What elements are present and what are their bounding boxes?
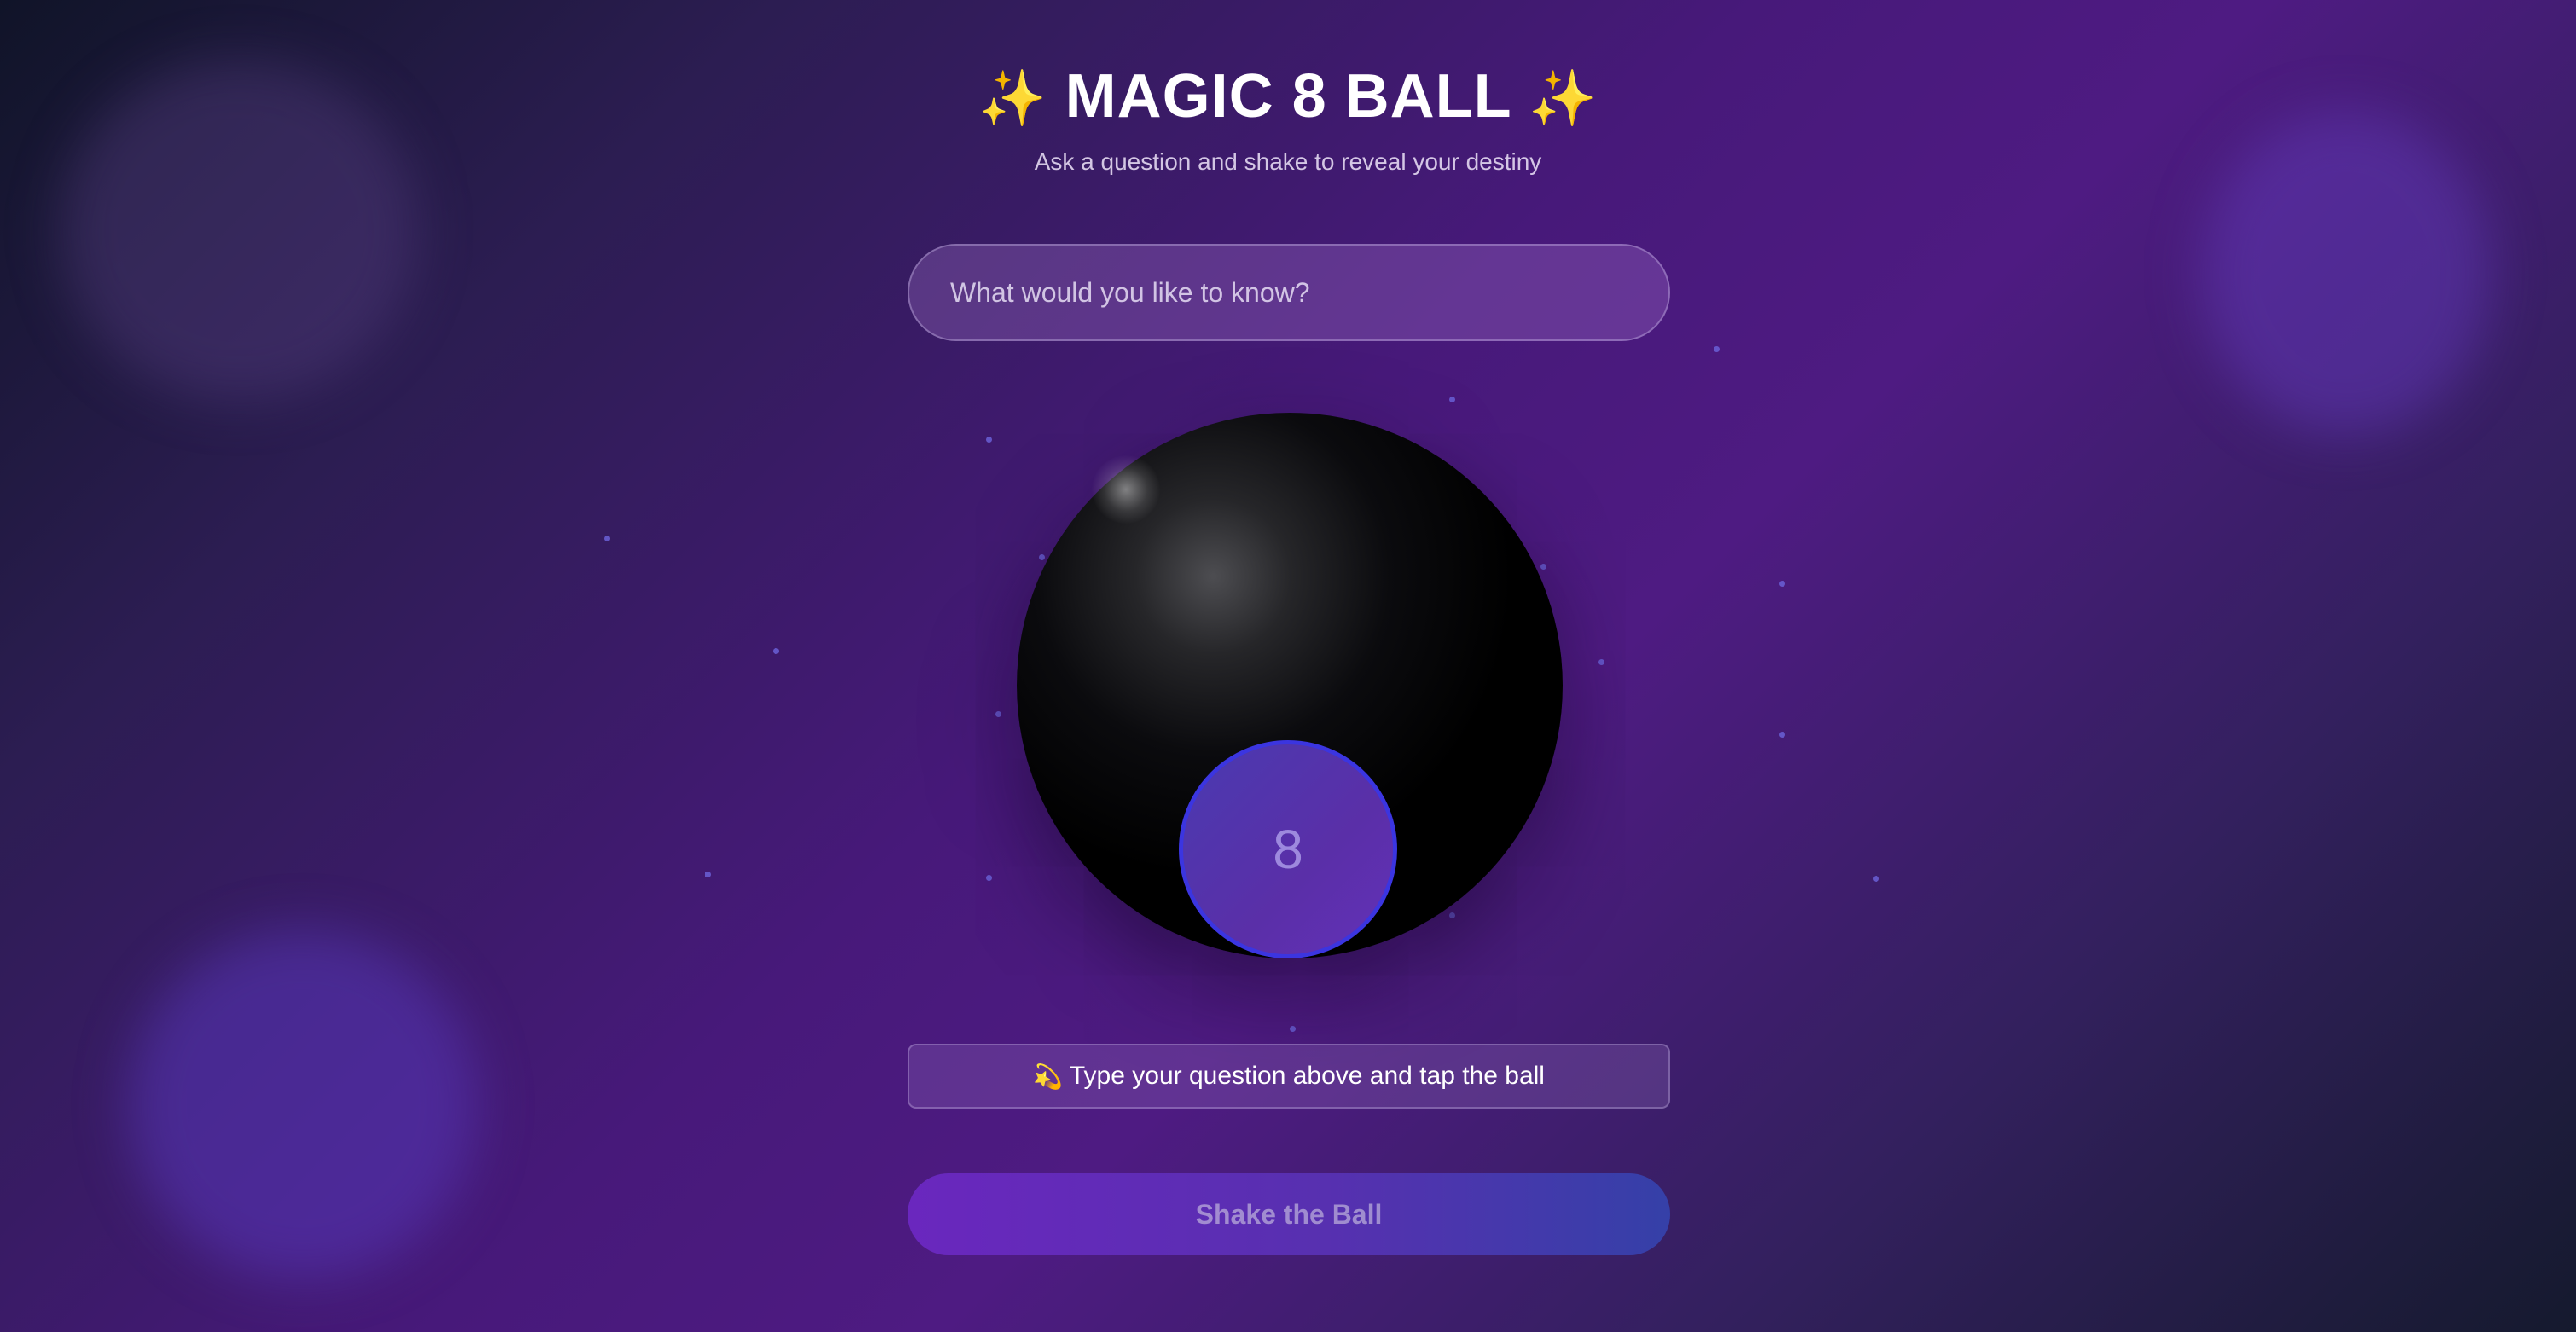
sparkle-icon: ✨ [978, 67, 1047, 129]
star-particle [1779, 732, 1785, 738]
star-particle [986, 437, 992, 443]
status-message: 💫 Type your question above and tap the b… [908, 1044, 1670, 1109]
ball-number: 8 [1273, 819, 1303, 880]
star-particle [1873, 876, 1879, 882]
star-particle [1779, 581, 1785, 587]
star-particle [1449, 912, 1455, 918]
status-text: Type your question above and tap the bal… [1069, 1062, 1545, 1090]
star-particle [1290, 1026, 1296, 1032]
background-glow-bottom-left [128, 930, 478, 1279]
ball-answer-window: 8 [1179, 740, 1397, 958]
star-particle [995, 711, 1001, 717]
page-title: ✨ MAGIC 8 BALL ✨ [0, 60, 2576, 135]
star-particle [1039, 554, 1045, 560]
star-particle [1449, 397, 1455, 402]
question-input[interactable] [908, 244, 1670, 341]
star-particle [1714, 346, 1720, 352]
star-particle [1540, 564, 1546, 570]
shake-ball-button[interactable]: Shake the Ball [908, 1173, 1670, 1255]
page-subtitle: Ask a question and shake to reveal your … [1034, 148, 1542, 175]
magic-8-ball[interactable]: 8 [1017, 413, 1563, 958]
star-particle [1598, 659, 1604, 665]
star-particle [705, 872, 711, 877]
ball-highlight [1092, 455, 1160, 524]
sparkle-icon: ✨ [1529, 67, 1598, 129]
title-text: MAGIC 8 BALL [1065, 62, 1511, 130]
star-particle [604, 536, 610, 541]
star-particle [986, 875, 992, 881]
star-particle [773, 648, 779, 654]
dizzy-star-icon: 💫 [1033, 1063, 1063, 1090]
